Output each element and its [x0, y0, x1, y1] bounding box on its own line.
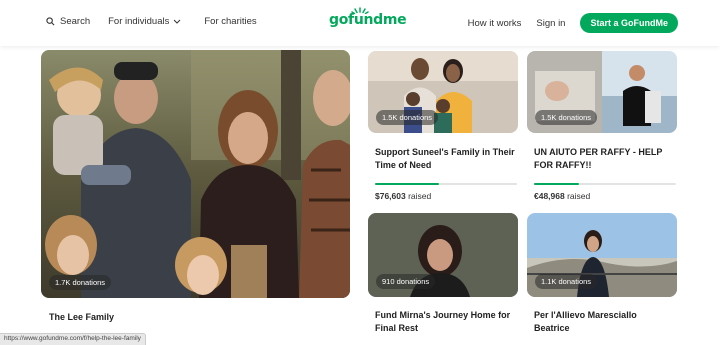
start-gofundme-label: Start a GoFundMe	[590, 18, 668, 28]
fundraiser-image[interactable]: 1.5K donations	[527, 51, 677, 133]
for-individuals-label: For individuals	[108, 16, 170, 27]
nav-left: Search For individuals For charities	[46, 16, 275, 27]
sign-in-link[interactable]: Sign in	[536, 18, 565, 29]
fundraiser-image[interactable]: 1.1K donations	[527, 213, 677, 297]
for-individuals-menu[interactable]: For individuals	[108, 16, 186, 27]
amount-raised: €48,968 raised	[534, 191, 590, 201]
logo-text: gofundme	[329, 12, 407, 28]
raised-amount: €48,968	[534, 191, 565, 201]
gofundme-logo[interactable]: gofundme	[329, 7, 407, 28]
search-icon	[46, 17, 55, 26]
raised-suffix: raised	[564, 191, 591, 201]
donation-count-badge: 1.1K donations	[535, 274, 598, 289]
fundraiser-title[interactable]: UN AIUTO PER RAFFY - HELP FOR RAFFY!!	[534, 146, 674, 171]
for-charities-link[interactable]: For charities	[204, 16, 256, 27]
amount-raised: $76,603 raised	[375, 191, 431, 201]
status-bar-url: https://www.gofundme.com/f/help-the-lee-…	[0, 333, 146, 345]
fundraiser-image[interactable]: 1.5K donations	[368, 51, 518, 133]
logo-sun-icon	[351, 7, 369, 14]
raised-amount: $76,603	[375, 191, 406, 201]
fundraiser-image[interactable]: 910 donations	[368, 213, 518, 297]
donation-count-badge: 910 donations	[376, 274, 436, 289]
family-photo-image	[41, 50, 350, 298]
progress-bar	[375, 183, 517, 185]
donation-count-badge: 1.5K donations	[535, 110, 598, 125]
search-label: Search	[60, 16, 91, 27]
chevron-down-icon	[174, 19, 181, 24]
how-it-works-link[interactable]: How it works	[468, 18, 522, 29]
fundraiser-title[interactable]: Per l'Allievo Maresciallo Beatrice	[534, 309, 674, 334]
raised-suffix: raised	[405, 191, 432, 201]
donation-count-badge: 1.5K donations	[376, 110, 439, 125]
featured-fundraiser-image[interactable]: 1.7K donations	[41, 50, 350, 298]
fundraiser-title[interactable]: Fund Mirna's Journey Home for Final Rest	[375, 309, 515, 334]
progress-fill	[534, 183, 580, 185]
progress-fill	[375, 183, 439, 185]
site-header: Search For individuals For charities gof…	[0, 0, 720, 46]
fundraiser-title[interactable]: Support Suneel's Family in Their Time of…	[375, 146, 515, 171]
featured-fundraiser-title[interactable]: The Lee Family	[49, 311, 114, 324]
for-charities-label: For charities	[204, 16, 257, 27]
progress-bar	[534, 183, 676, 185]
search-link[interactable]: Search	[46, 16, 90, 27]
donation-count-badge: 1.7K donations	[49, 275, 112, 290]
start-gofundme-button[interactable]: Start a GoFundMe	[580, 13, 678, 33]
nav-right: How it works Sign in Start a GoFundMe	[468, 13, 678, 33]
